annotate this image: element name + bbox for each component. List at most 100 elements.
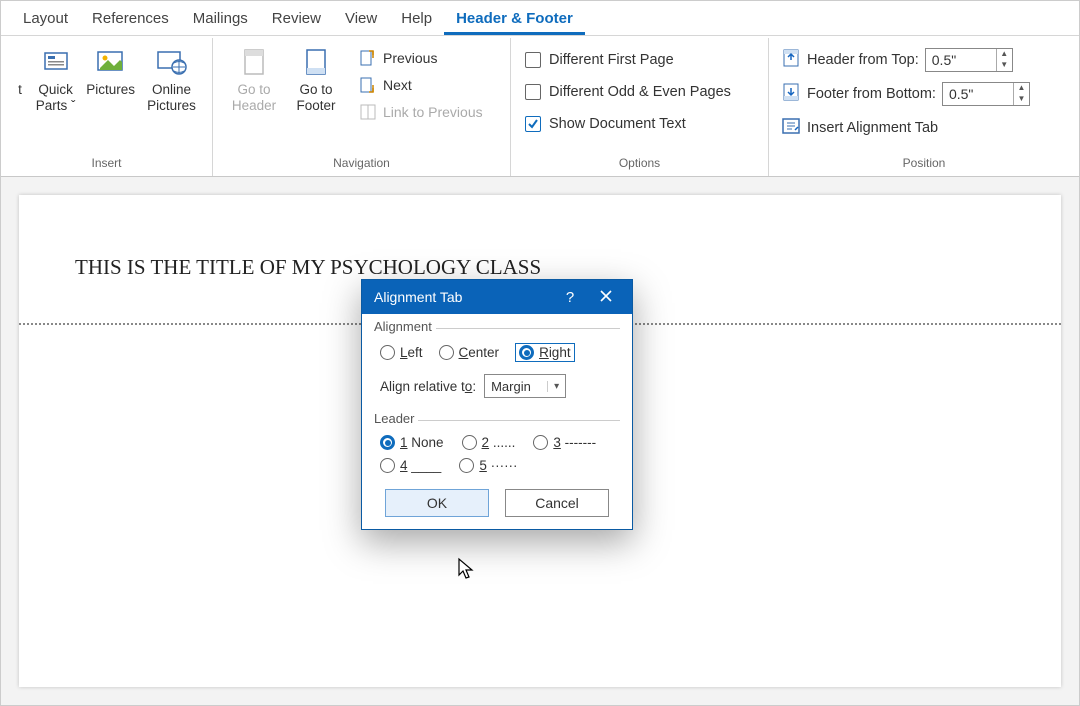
leader-1-label: 1 None	[400, 435, 444, 450]
alignment-tab-dialog: Alignment Tab ? Alignment Left Center Ri…	[361, 279, 633, 530]
header-from-top-value: 0.5"	[926, 52, 996, 68]
next-icon	[359, 76, 377, 94]
align-left-radio[interactable]: Left	[380, 345, 423, 360]
different-odd-even-checkbox[interactable]: Different Odd & Even Pages	[521, 80, 735, 104]
align-relative-label: Align relative to:	[380, 379, 476, 394]
different-first-page-label: Different First Page	[549, 52, 674, 68]
ribbon-tabstrip: Layout References Mailings Review View H…	[1, 1, 1079, 35]
group-label-navigation: Navigation	[223, 154, 500, 174]
spin-down[interactable]: ▼	[1014, 94, 1029, 105]
dialog-close-button[interactable]	[588, 289, 624, 306]
ribbon-group-options: Different First Page Different Odd & Eve…	[511, 38, 769, 176]
header-top-icon	[781, 48, 801, 72]
radio-icon	[462, 435, 477, 450]
align-center-label: Center	[459, 345, 500, 360]
ribbon-group-navigation: Go to Header Go to Footer Previous	[213, 38, 511, 176]
leader-3-radio[interactable]: 3 -------	[533, 435, 596, 450]
leader-5-radio[interactable]: 5 ······	[459, 458, 517, 473]
spin-up[interactable]: ▲	[1014, 83, 1029, 94]
footer-from-bottom-input[interactable]: 0.5" ▲▼	[942, 82, 1030, 106]
ribbon-group-position: Header from Top: 0.5" ▲▼ Footer from Bot…	[769, 38, 1079, 176]
online-pictures-button[interactable]: Online Pictures	[141, 42, 202, 118]
pictures-icon	[95, 46, 127, 78]
leader-legend: Leader	[374, 411, 418, 426]
radio-icon	[439, 345, 454, 360]
header-from-top-row: Header from Top: 0.5" ▲▼	[779, 46, 1032, 74]
align-right-label: Right	[539, 345, 571, 360]
footer-from-bottom-label: Footer from Bottom:	[807, 86, 936, 102]
group-label-options: Options	[521, 154, 758, 174]
next-label: Next	[383, 77, 412, 93]
footer-from-bottom-row: Footer from Bottom: 0.5" ▲▼	[779, 80, 1032, 108]
leader-5-label: 5 ······	[479, 458, 517, 473]
go-to-header-icon	[238, 46, 270, 78]
partial-label: t	[18, 82, 22, 98]
tab-view[interactable]: View	[333, 4, 389, 35]
checkbox-icon	[525, 52, 541, 68]
align-right-radio[interactable]: Right	[515, 343, 575, 362]
header-text[interactable]: THIS IS THE TITLE OF MY PSYCHOLOGY CLASS	[75, 255, 541, 279]
ok-button[interactable]: OK	[385, 489, 489, 517]
tab-review[interactable]: Review	[260, 4, 333, 35]
online-pictures-label: Online Pictures	[143, 82, 200, 114]
previous-button[interactable]: Previous	[353, 46, 489, 70]
tab-help[interactable]: Help	[389, 4, 444, 35]
partial-button[interactable]: t	[11, 42, 31, 102]
header-from-top-label: Header from Top:	[807, 52, 919, 68]
leader-2-radio[interactable]: 2 ......	[462, 435, 516, 450]
radio-icon	[533, 435, 548, 450]
align-left-label: Left	[400, 345, 423, 360]
different-first-page-checkbox[interactable]: Different First Page	[521, 48, 735, 72]
radio-icon	[519, 345, 534, 360]
close-icon	[600, 290, 612, 302]
spin-down[interactable]: ▼	[997, 60, 1012, 71]
dialog-title-text: Alignment Tab	[374, 289, 462, 305]
footer-bottom-icon	[781, 82, 801, 106]
link-to-previous-button[interactable]: Link to Previous	[353, 100, 489, 124]
quick-parts-icon	[40, 46, 72, 78]
align-relative-value: Margin	[485, 379, 547, 394]
insert-alignment-tab-button[interactable]: Insert Alignment Tab	[779, 114, 1032, 142]
pictures-label: Pictures	[86, 82, 135, 98]
dialog-help-button[interactable]: ?	[552, 289, 588, 306]
chevron-down-icon: ▾	[547, 381, 565, 392]
cancel-button[interactable]: Cancel	[505, 489, 609, 517]
group-label-position: Position	[779, 154, 1069, 174]
go-to-footer-label: Go to Footer	[287, 82, 345, 114]
go-to-footer-button[interactable]: Go to Footer	[285, 42, 347, 118]
leader-4-radio[interactable]: 4 ____	[380, 458, 441, 473]
tab-header-footer[interactable]: Header & Footer	[444, 4, 585, 35]
header-from-top-input[interactable]: 0.5" ▲▼	[925, 48, 1013, 72]
alignment-group: Alignment Left Center Right Align relati…	[374, 328, 620, 406]
ribbon: t Quick Parts ˇ Pictures Online Pictures	[1, 35, 1079, 177]
footer-from-bottom-value: 0.5"	[943, 86, 1013, 102]
radio-icon	[459, 458, 474, 473]
checkbox-icon	[525, 84, 541, 100]
link-to-previous-label: Link to Previous	[383, 104, 483, 120]
alignment-tab-icon	[781, 116, 801, 140]
leader-group: Leader 1 None 2 ...... 3 -------	[374, 420, 620, 483]
ribbon-group-insert: t Quick Parts ˇ Pictures Online Pictures	[1, 38, 213, 176]
tab-mailings[interactable]: Mailings	[181, 4, 260, 35]
quick-parts-label: Quick Parts ˇ	[33, 82, 78, 114]
alignment-legend: Alignment	[374, 319, 436, 334]
leader-1-none-radio[interactable]: 1 None	[380, 435, 444, 450]
next-button[interactable]: Next	[353, 73, 489, 97]
radio-icon	[380, 435, 395, 450]
tab-references[interactable]: References	[80, 4, 181, 35]
go-to-header-button[interactable]: Go to Header	[223, 42, 285, 118]
spin-up[interactable]: ▲	[997, 49, 1012, 60]
go-to-footer-icon	[300, 46, 332, 78]
checkbox-icon	[525, 116, 541, 132]
tab-layout[interactable]: Layout	[11, 4, 80, 35]
quick-parts-button[interactable]: Quick Parts ˇ	[31, 42, 80, 118]
show-document-text-label: Show Document Text	[549, 116, 686, 132]
align-center-radio[interactable]: Center	[439, 345, 500, 360]
show-document-text-checkbox[interactable]: Show Document Text	[521, 112, 735, 136]
leader-3-label: 3 -------	[553, 435, 596, 450]
leader-4-label: 4 ____	[400, 458, 441, 473]
dialog-titlebar[interactable]: Alignment Tab ?	[362, 280, 632, 314]
pictures-button[interactable]: Pictures	[80, 42, 141, 102]
align-relative-select[interactable]: Margin ▾	[484, 374, 566, 398]
leader-2-label: 2 ......	[482, 435, 516, 450]
